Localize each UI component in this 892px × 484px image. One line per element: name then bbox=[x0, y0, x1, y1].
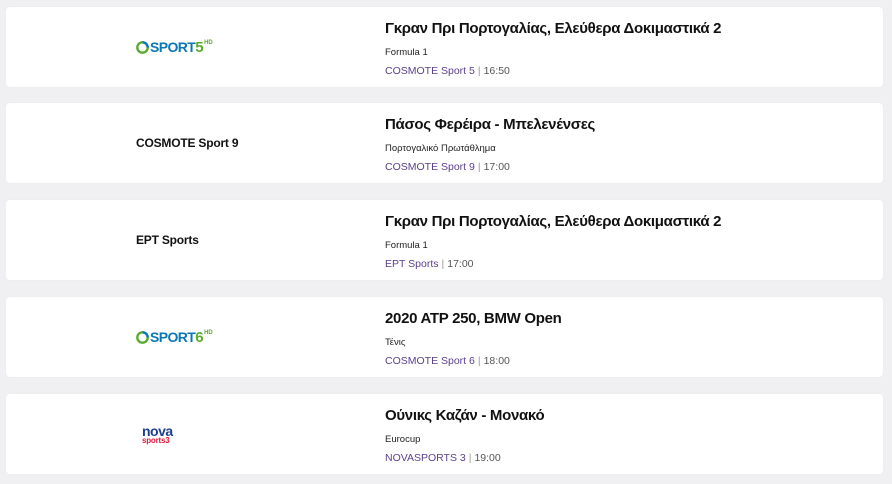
cosmote-sport5-logo: SPORT 5 HD bbox=[136, 39, 213, 56]
program-category: Πορτογαλικό Πρωτάθλημα bbox=[385, 143, 496, 154]
air-time: 16:50 bbox=[483, 65, 510, 77]
separator: | bbox=[477, 355, 481, 367]
channel-name-text: COSMOTE Sport 9 bbox=[136, 136, 239, 150]
schedule-card[interactable]: nova sports3 Ούνικς Καζάν - Μονακό Euroc… bbox=[6, 394, 883, 474]
air-time: 17:00 bbox=[447, 258, 474, 270]
schedule-card[interactable]: COSMOTE Sport 9 Πάσος Φερέιρα - Μπελενέν… bbox=[6, 103, 883, 183]
program-title[interactable]: Ούνικς Καζάν - Μονακό bbox=[385, 407, 545, 424]
channel-logo: EPT Sports bbox=[136, 200, 199, 280]
channel-link[interactable]: COSMOTE Sport 5 bbox=[385, 65, 475, 77]
air-time: 19:00 bbox=[474, 452, 501, 464]
program-meta: EPT Sports | 17:00 bbox=[385, 258, 474, 270]
program-title[interactable]: Πάσος Φερέιρα - Μπελενένσες bbox=[385, 116, 595, 133]
channel-logo: COSMOTE Sport 9 bbox=[136, 103, 239, 183]
separator: | bbox=[468, 452, 472, 464]
program-category: Eurocup bbox=[385, 434, 421, 445]
schedule-card[interactable]: SPORT 5 HD Γκραν Πρι Πορτογαλίας, Ελεύθε… bbox=[6, 7, 883, 87]
channel-logo: SPORT 6 HD bbox=[136, 297, 213, 377]
program-meta: NOVASPORTS 3 | 19:00 bbox=[385, 452, 501, 464]
channel-link[interactable]: COSMOTE Sport 9 bbox=[385, 161, 475, 173]
cosmote-circle-icon bbox=[136, 330, 149, 344]
program-meta: COSMOTE Sport 9 | 17:00 bbox=[385, 161, 510, 173]
program-title[interactable]: Γκραν Πρι Πορτογαλίας, Ελεύθερα Δοκιμαστ… bbox=[385, 213, 722, 230]
cosmote-sport6-logo: SPORT 6 HD bbox=[136, 329, 213, 346]
program-title[interactable]: 2020 ATP 250, BMW Open bbox=[385, 310, 562, 327]
separator: | bbox=[477, 65, 481, 77]
channel-link[interactable]: NOVASPORTS 3 bbox=[385, 452, 466, 464]
channel-logo: nova sports3 bbox=[136, 394, 173, 474]
tv-schedule-list: SPORT 5 HD Γκραν Πρι Πορτογαλίας, Ελεύθε… bbox=[0, 0, 892, 484]
air-time: 17:00 bbox=[483, 161, 510, 173]
cosmote-circle-icon bbox=[136, 40, 149, 54]
program-title[interactable]: Γκραν Πρι Πορτογαλίας, Ελεύθερα Δοκιμαστ… bbox=[385, 20, 722, 37]
program-meta: COSMOTE Sport 6 | 18:00 bbox=[385, 355, 510, 367]
channel-link[interactable]: EPT Sports bbox=[385, 258, 439, 270]
schedule-card[interactable]: SPORT 6 HD 2020 ATP 250, BMW Open Τένις … bbox=[6, 297, 883, 377]
channel-logo: SPORT 5 HD bbox=[136, 7, 213, 87]
program-category: Formula 1 bbox=[385, 47, 428, 58]
program-category: Τένις bbox=[385, 337, 406, 348]
schedule-card[interactable]: EPT Sports Γκραν Πρι Πορτογαλίας, Ελεύθε… bbox=[6, 200, 883, 280]
novasports3-logo: nova sports3 bbox=[142, 422, 173, 445]
channel-name-text: EPT Sports bbox=[136, 233, 199, 247]
separator: | bbox=[477, 161, 481, 173]
program-category: Formula 1 bbox=[385, 240, 428, 251]
channel-link[interactable]: COSMOTE Sport 6 bbox=[385, 355, 475, 367]
separator: | bbox=[441, 258, 445, 270]
air-time: 18:00 bbox=[483, 355, 510, 367]
program-meta: COSMOTE Sport 5 | 16:50 bbox=[385, 65, 510, 77]
